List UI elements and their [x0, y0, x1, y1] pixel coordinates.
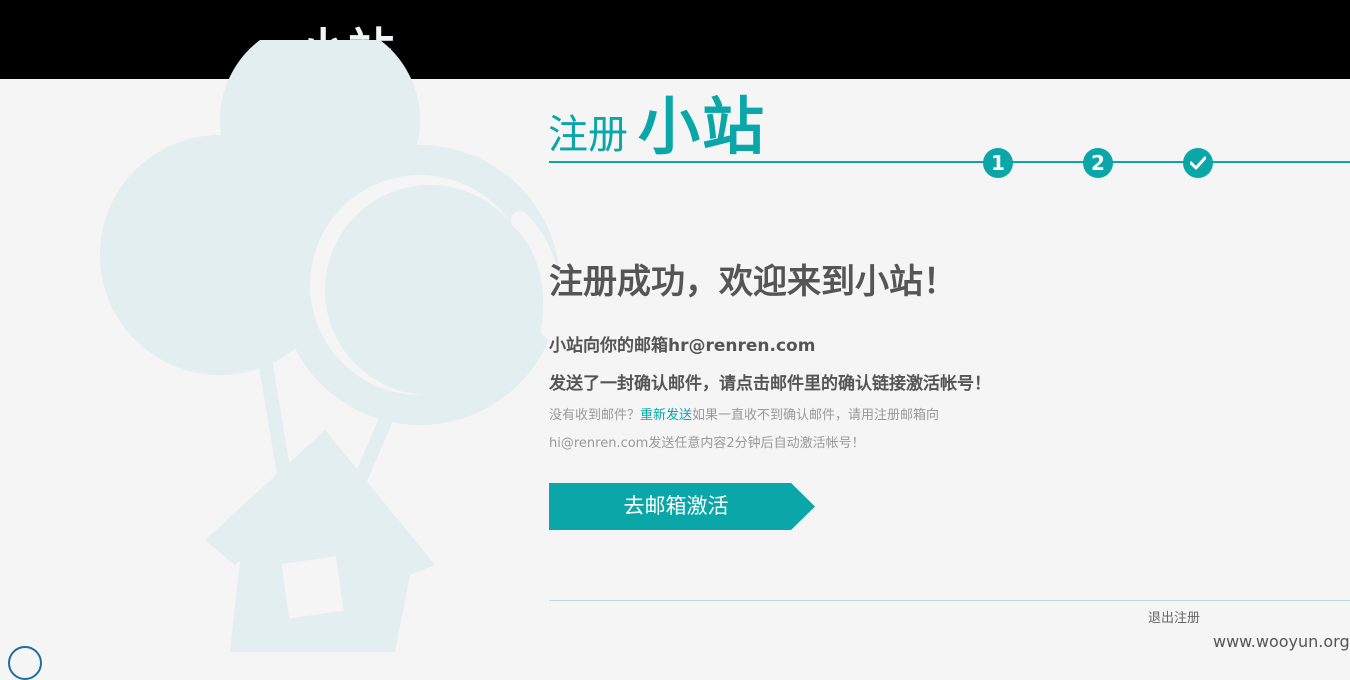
watermark-text: www.wooyun.org — [1213, 632, 1350, 651]
footer-divider — [549, 600, 1350, 601]
house-window-shape — [281, 556, 344, 619]
register-title-light: 注册 — [548, 112, 628, 158]
magnifier-handle-shape — [353, 407, 397, 483]
register-title-brand: 小站 — [638, 90, 767, 163]
register-title: 注册 小站 — [548, 76, 766, 166]
resend-hint: 没有收到邮件？重新发送如果一直收不到确认邮件，请用注册邮箱向hi@renren.… — [549, 402, 989, 458]
step-done — [1183, 148, 1213, 178]
progress-line — [549, 161, 1350, 163]
confirm-notice: 发送了一封确认邮件，请点击邮件里的确认链接激活帐号！ — [549, 374, 991, 394]
email-notice: 小站向你的邮箱hr@renren.com — [549, 336, 816, 356]
hint-prefix: 没有收到邮件？ — [549, 408, 641, 423]
resend-link[interactable]: 重新发送 — [640, 408, 692, 423]
magnifier-lens-shape — [325, 185, 535, 395]
success-headline: 注册成功，欢迎来到小站！ — [549, 262, 957, 302]
exit-registration-link[interactable]: 退出注册 — [1148, 607, 1200, 626]
corner-circle-icon — [8, 646, 42, 680]
checkmark-icon — [1190, 156, 1206, 170]
balloon-string-shape — [258, 358, 292, 482]
step-1: 1 — [983, 148, 1013, 178]
balloon-house-illustration — [100, 40, 560, 652]
go-to-mailbox-button[interactable]: 去邮箱激活 — [549, 483, 815, 530]
step-2: 2 — [1083, 148, 1113, 178]
